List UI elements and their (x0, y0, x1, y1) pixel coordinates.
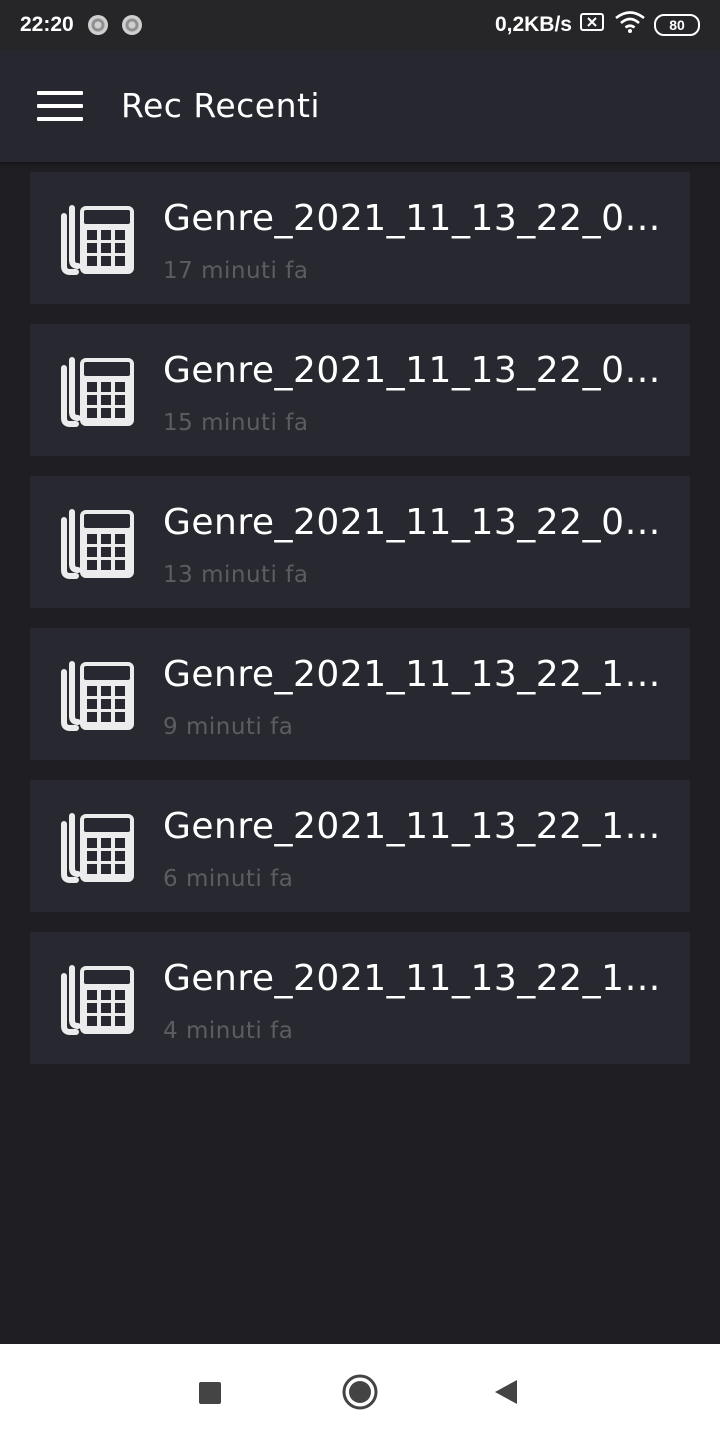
calculator-copy-icon (58, 504, 136, 582)
list-item[interactable]: Genre_2021_11_13_22_0… 15 minuti fa (30, 324, 690, 456)
status-time: 22:20 (20, 13, 74, 36)
hamburger-menu-icon[interactable] (37, 89, 83, 123)
system-nav-bar (0, 1344, 720, 1440)
item-time: 15 minuti fa (163, 410, 309, 436)
item-title: Genre_2021_11_13_22_15… (163, 958, 673, 999)
app-bar: Rec Recenti (0, 50, 720, 162)
home-circle-icon[interactable] (335, 1368, 385, 1418)
recents-square-icon[interactable] (185, 1368, 235, 1418)
calculator-copy-icon (58, 200, 136, 278)
item-time: 4 minuti fa (163, 1018, 294, 1044)
recent-list: Genre_2021_11_13_22_0… 17 minuti fa Genre_… (30, 172, 690, 1084)
status-bar: 22:20 0,2KB/s 80 (0, 0, 720, 50)
status-left: 22:20 (20, 13, 142, 37)
list-item[interactable]: Genre_2021_11_13_22_0… 17 minuti fa (30, 172, 690, 304)
calculator-copy-icon (58, 960, 136, 1038)
item-title: Genre_2021_11_13_22_0… (163, 502, 661, 543)
item-title: Genre_2021_11_13_22_0… (163, 198, 661, 239)
item-title: Genre_2021_11_13_22_10… (163, 654, 673, 695)
wifi-icon (614, 10, 646, 40)
item-time: 6 minuti fa (163, 866, 294, 892)
list-item[interactable]: Genre_2021_11_13_22_0… 13 minuti fa (30, 476, 690, 608)
network-speed: 0,2KB/s (494, 13, 572, 36)
list-item[interactable]: Genre_2021_11_13_22_13… 6 minuti fa (30, 780, 690, 912)
list-item[interactable]: Genre_2021_11_13_22_10… 9 minuti fa (30, 628, 690, 760)
item-time: 13 minuti fa (163, 562, 309, 588)
item-time: 9 minuti fa (163, 714, 294, 740)
back-triangle-icon[interactable] (481, 1368, 531, 1418)
notification-dot-icon (87, 15, 108, 35)
sim-x-icon (580, 12, 606, 38)
calculator-copy-icon (58, 656, 136, 734)
list-item[interactable]: Genre_2021_11_13_22_15… 4 minuti fa (30, 932, 690, 1064)
page-title: Rec Recenti (121, 86, 321, 125)
notification-dot-icon (121, 15, 142, 35)
battery-level: 80 (669, 17, 685, 33)
battery-icon: 80 (654, 14, 700, 36)
calculator-copy-icon (58, 352, 136, 430)
status-right: 0,2KB/s 80 (495, 10, 700, 40)
calculator-copy-icon (58, 808, 136, 886)
item-title: Genre_2021_11_13_22_13… (163, 806, 673, 847)
item-title: Genre_2021_11_13_22_0… (163, 350, 661, 391)
item-time: 17 minuti fa (163, 258, 309, 284)
